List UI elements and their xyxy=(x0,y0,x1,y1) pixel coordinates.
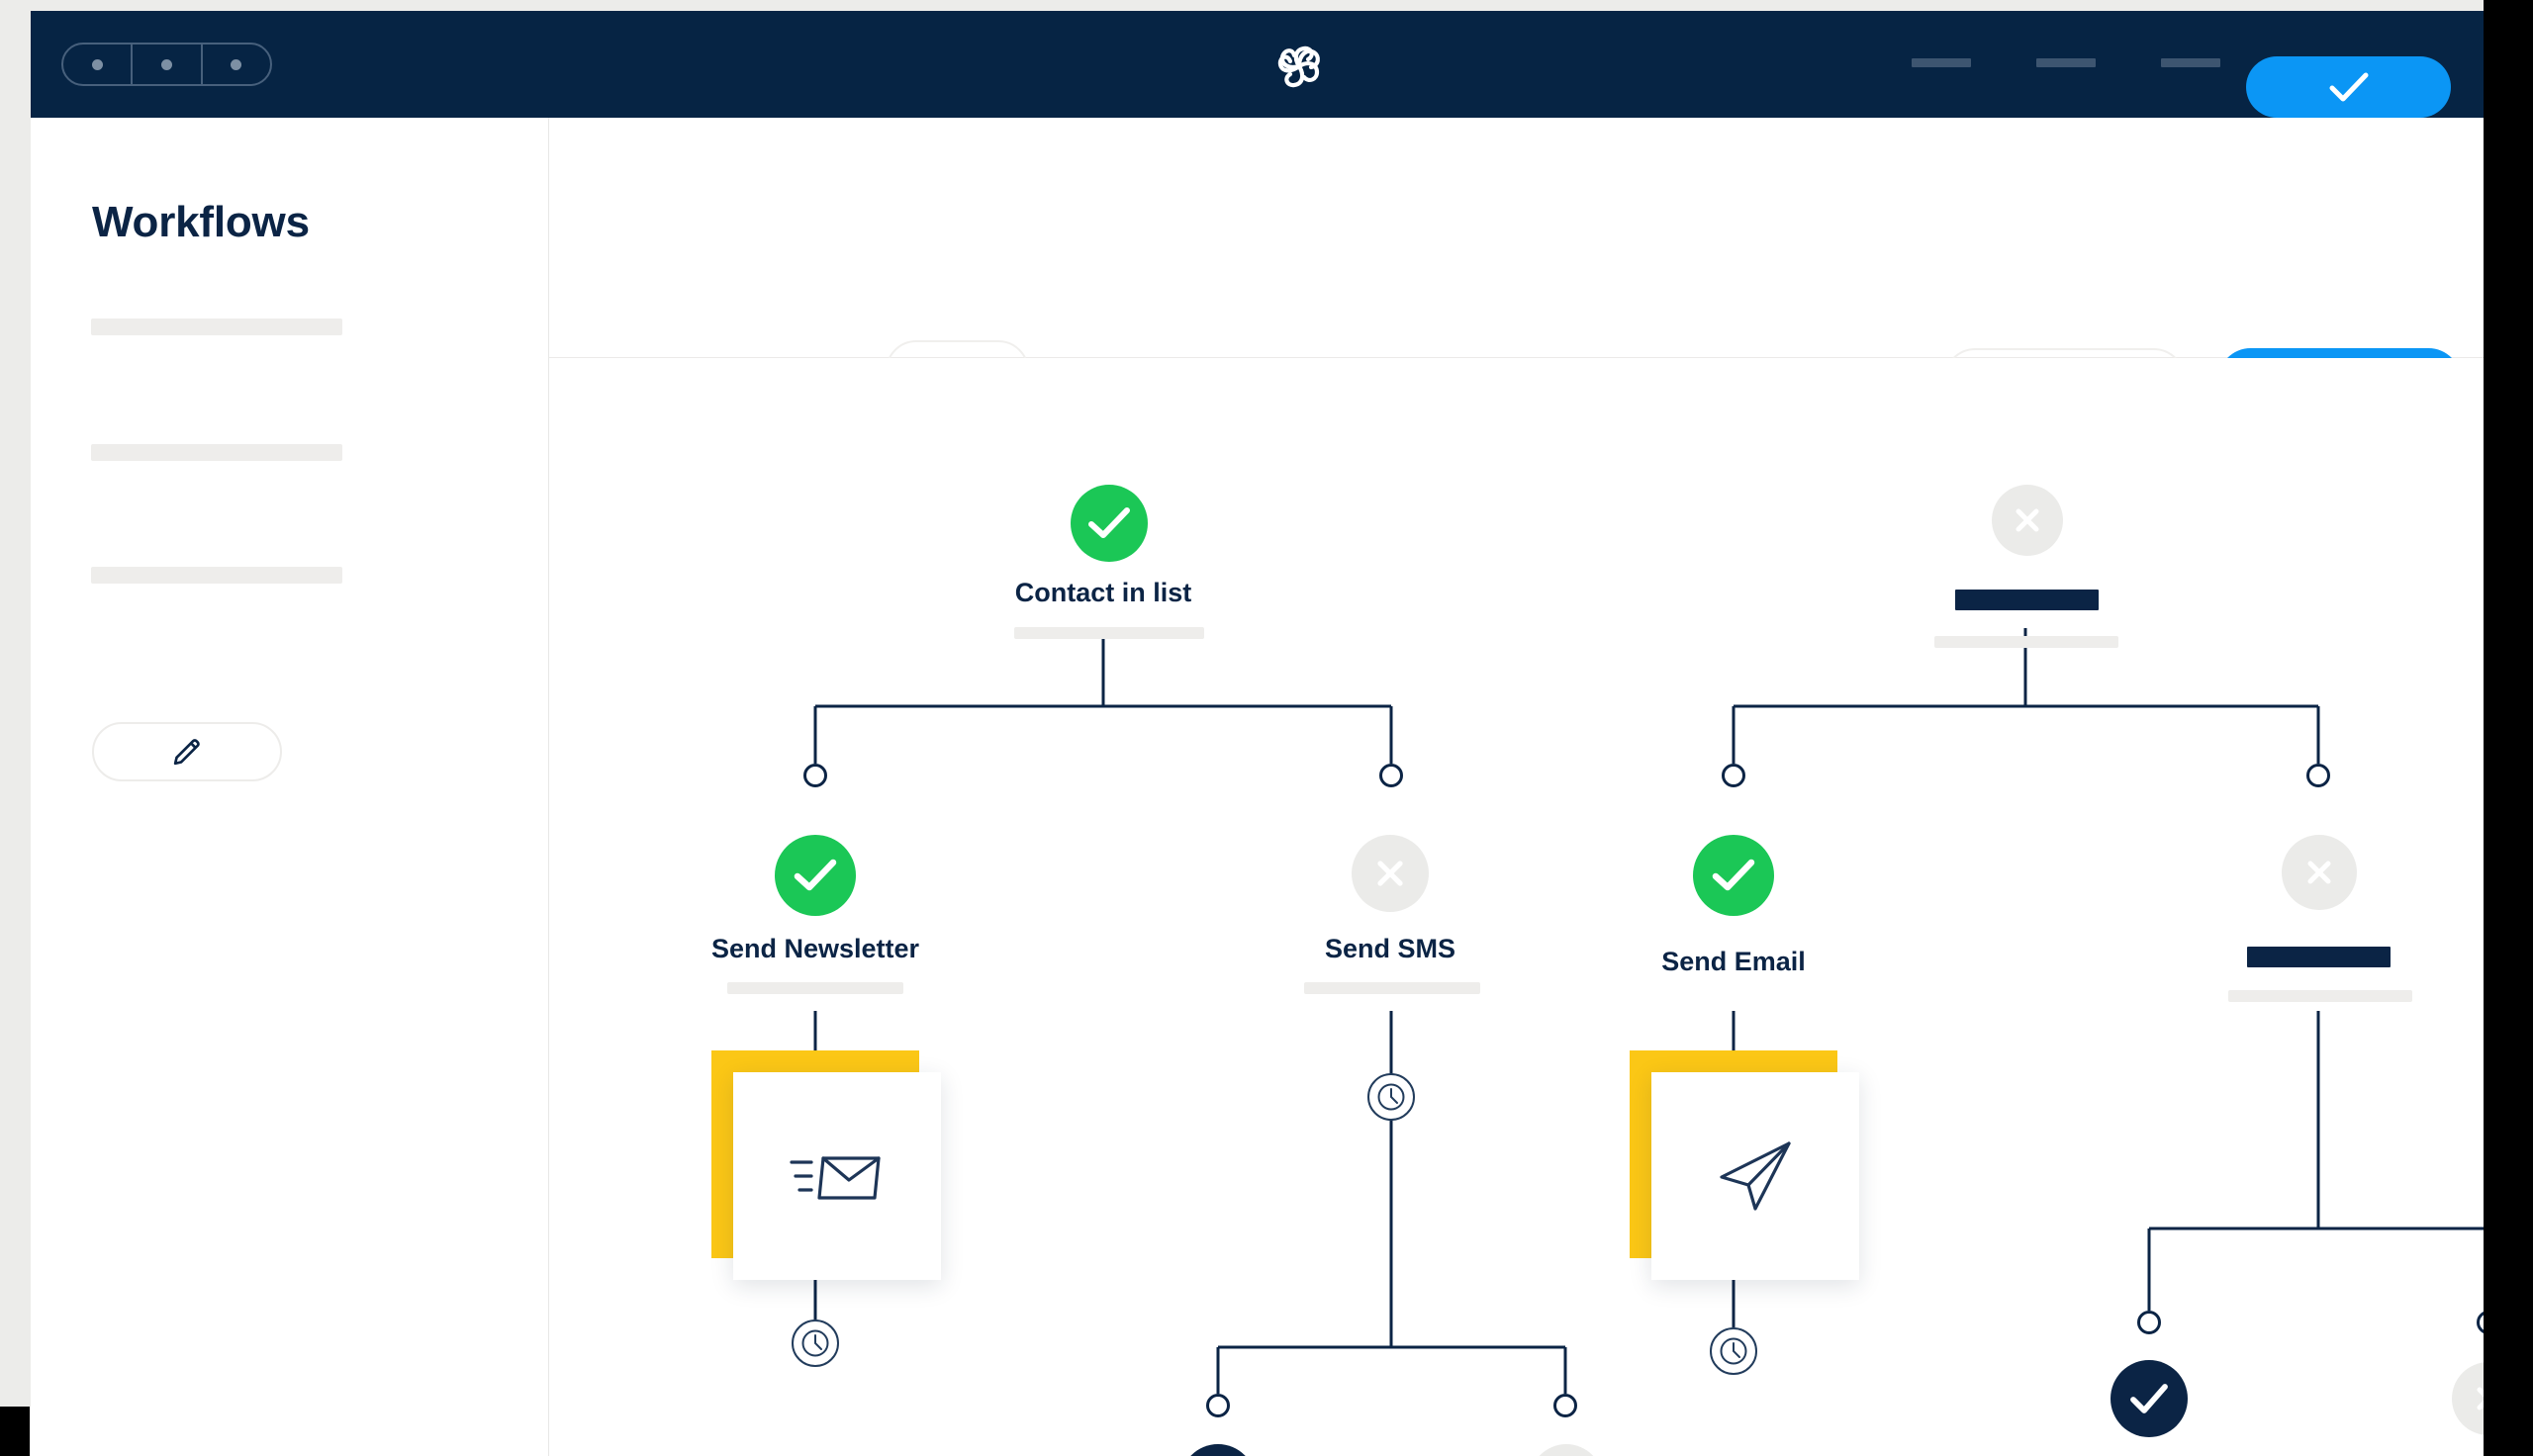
clock-icon xyxy=(1720,1337,1747,1365)
navbar-confirm-button[interactable] xyxy=(2246,56,2451,118)
clock-icon xyxy=(1377,1083,1405,1111)
app-window: Workflows Contact in list Send Newslette… xyxy=(31,11,2484,1456)
node-label: Send Newsletter xyxy=(710,934,920,963)
nav-link-2[interactable] xyxy=(2036,58,2096,67)
connector-dot-icon[interactable] xyxy=(1206,1394,1230,1417)
nav-link-1[interactable] xyxy=(1912,58,1971,67)
top-navbar xyxy=(31,11,2484,118)
browser-frame-bottom-left xyxy=(0,1407,30,1456)
sidebar: Workflows xyxy=(31,118,549,1456)
screenshot-root: Workflows Contact in list Send Newslette… xyxy=(0,0,2533,1456)
canvas-toolbar xyxy=(549,118,2484,412)
node-subtext-placeholder xyxy=(2228,990,2412,1002)
check-circle-icon[interactable] xyxy=(2111,1360,2188,1437)
browser-frame-top xyxy=(0,0,2484,11)
sidebar-item-2[interactable] xyxy=(91,444,342,461)
delay-newsletter[interactable] xyxy=(792,1320,839,1367)
x-circle-icon xyxy=(2282,835,2357,910)
node-label: Contact in list xyxy=(1014,578,1192,607)
x-circle-icon xyxy=(1352,835,1429,912)
edit-button[interactable] xyxy=(92,722,282,781)
dot-icon xyxy=(160,58,172,70)
workflow-canvas[interactable]: Contact in list Send Newsletter Send SMS… xyxy=(549,358,2484,1456)
connector-dot-icon[interactable] xyxy=(2137,1311,2161,1334)
delay-sms[interactable] xyxy=(1367,1073,1415,1121)
clock-icon xyxy=(801,1329,829,1357)
send-envelope-icon xyxy=(790,1156,881,1200)
node-subtext-placeholder xyxy=(727,982,903,994)
nav-links xyxy=(1912,58,2220,67)
nav-link-3[interactable] xyxy=(2161,58,2220,67)
page-title: Workflows xyxy=(92,198,310,246)
paper-plane-icon xyxy=(1720,1141,1791,1211)
check-circle-icon xyxy=(1693,835,1774,916)
check-icon xyxy=(2329,72,2368,102)
connector-dot-icon[interactable] xyxy=(803,764,827,787)
brevo-pinwheel-logo-icon[interactable] xyxy=(1271,41,1327,92)
node-subtext-placeholder xyxy=(1304,982,1480,994)
card-send-envelope[interactable] xyxy=(733,1072,941,1280)
x-circle-icon xyxy=(1992,485,2063,556)
node-title-placeholder xyxy=(2247,947,2391,967)
check-circle-icon xyxy=(1071,485,1148,562)
card-paper-plane[interactable] xyxy=(1651,1072,1859,1280)
sidebar-item-1[interactable] xyxy=(91,318,342,335)
node-label: Send Email xyxy=(1661,947,1806,976)
pencil-icon xyxy=(173,739,200,766)
sidebar-item-3[interactable] xyxy=(91,567,342,584)
connector-dot-icon[interactable] xyxy=(1379,764,1403,787)
node-title-placeholder xyxy=(1955,590,2099,610)
connector-dot-icon[interactable] xyxy=(1553,1394,1577,1417)
check-circle-icon xyxy=(775,835,856,916)
window-controls[interactable] xyxy=(61,43,272,86)
browser-frame-right xyxy=(2484,0,2533,1456)
dot-icon xyxy=(91,58,103,70)
window-control-1[interactable] xyxy=(63,45,134,84)
window-control-2[interactable] xyxy=(133,45,203,84)
node-subtext-placeholder xyxy=(1014,627,1204,639)
window-control-3[interactable] xyxy=(203,45,270,84)
connector-dot-icon[interactable] xyxy=(2306,764,2330,787)
delay-email[interactable] xyxy=(1710,1327,1757,1375)
node-label: Send SMS xyxy=(1324,934,1456,963)
dot-icon xyxy=(231,58,242,70)
connector-dot-icon[interactable] xyxy=(1722,764,1745,787)
node-subtext-placeholder xyxy=(1934,636,2118,648)
